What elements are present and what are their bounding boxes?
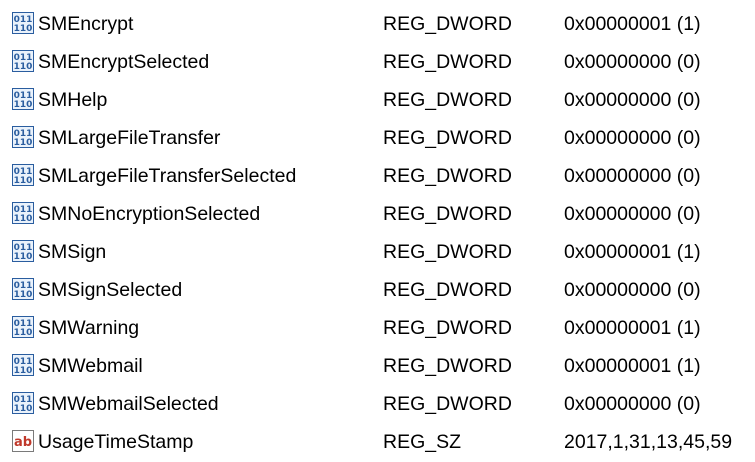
svg-text:110: 110: [14, 100, 33, 110]
registry-value-row[interactable]: ab UsageTimeStamp REG_SZ 2017,1,31,13,45…: [0, 418, 755, 456]
svg-text:110: 110: [14, 290, 33, 300]
registry-value-row[interactable]: 011 110 SMSignSelected REG_DWORD 0x000000…: [0, 266, 755, 304]
svg-text:110: 110: [14, 62, 33, 72]
registry-value-row[interactable]: 011 110 SMLargeFileTransfer REG_DWORD 0x0…: [0, 114, 755, 152]
binary-value-icon: 011 110: [12, 240, 34, 262]
value-type: REG_DWORD: [383, 355, 512, 377]
registry-value-row[interactable]: 011 110 SMHelp REG_DWORD 0x00000000 (0): [0, 76, 755, 114]
value-type: REG_DWORD: [383, 241, 512, 263]
registry-value-row[interactable]: 011 110 SMEncrypt REG_DWORD 0x00000001 (1…: [0, 0, 755, 38]
binary-value-icon: 011 110: [12, 126, 34, 148]
value-data: 0x00000000 (0): [564, 89, 701, 111]
registry-value-row[interactable]: 011 110 SMEncryptSelected REG_DWORD 0x000…: [0, 38, 755, 76]
value-data: 0x00000000 (0): [564, 51, 701, 73]
svg-text:110: 110: [14, 366, 33, 376]
value-data: 0x00000001 (1): [564, 241, 701, 263]
value-type: REG_DWORD: [383, 165, 512, 187]
value-name: SMEncryptSelected: [38, 51, 210, 73]
value-data: 0x00000001 (1): [564, 13, 701, 35]
value-type: REG_DWORD: [383, 203, 512, 225]
value-name: SMLargeFileTransfer: [38, 127, 221, 149]
registry-values-list: 011 110 SMEncrypt REG_DWORD 0x00000001 (1…: [0, 0, 755, 462]
value-name: SMSign: [38, 241, 107, 263]
value-data: 0x00000001 (1): [564, 317, 701, 339]
value-name: SMWebmailSelected: [38, 393, 219, 415]
svg-text:110: 110: [14, 24, 33, 34]
binary-value-icon: 011 110: [12, 50, 34, 72]
value-data: 0x00000000 (0): [564, 127, 701, 149]
binary-value-icon: 011 110: [12, 202, 34, 224]
binary-value-icon: 011 110: [12, 316, 34, 338]
value-type: REG_DWORD: [383, 317, 512, 339]
value-name: SMLargeFileTransferSelected: [38, 165, 297, 187]
binary-value-icon: 011 110: [12, 278, 34, 300]
value-name: SMWebmail: [38, 355, 143, 377]
svg-text:110: 110: [14, 214, 33, 224]
svg-text:110: 110: [14, 176, 33, 186]
value-name: SMWarning: [38, 317, 140, 339]
binary-value-icon: 011 110: [12, 164, 34, 186]
value-name: SMEncrypt: [38, 13, 134, 35]
svg-text:110: 110: [14, 138, 33, 148]
value-name: UsageTimeStamp: [38, 431, 194, 453]
value-data: 0x00000001 (1): [564, 355, 701, 377]
value-data: 0x00000000 (0): [564, 393, 701, 415]
value-type: REG_DWORD: [383, 393, 512, 415]
value-data: 0x00000000 (0): [564, 203, 701, 225]
svg-text:110: 110: [14, 328, 33, 338]
registry-value-row[interactable]: 011 110 SMLargeFileTransferSelected REG_D…: [0, 152, 755, 190]
value-type: REG_DWORD: [383, 13, 512, 35]
svg-text:110: 110: [14, 252, 33, 262]
registry-value-row[interactable]: 011 110 SMNoEncryptionSelected REG_DWORD …: [0, 190, 755, 228]
registry-value-row[interactable]: 011 110 SMSign REG_DWORD 0x00000001 (1): [0, 228, 755, 266]
binary-value-icon: 011 110: [12, 392, 34, 414]
value-type: REG_DWORD: [383, 127, 512, 149]
svg-text:110: 110: [14, 404, 33, 414]
value-name: SMNoEncryptionSelected: [38, 203, 261, 225]
binary-value-icon: 011 110: [12, 354, 34, 376]
value-data: 2017,1,31,13,45,59: [564, 431, 733, 453]
binary-value-icon: 011 110: [12, 88, 34, 110]
svg-text:ab: ab: [14, 435, 32, 450]
value-name: SMSignSelected: [38, 279, 183, 301]
value-type: REG_DWORD: [383, 89, 512, 111]
binary-value-icon: 011 110: [12, 12, 34, 34]
value-type: REG_SZ: [383, 431, 462, 453]
registry-value-row[interactable]: 011 110 SMWebmail REG_DWORD 0x00000001 (1…: [0, 342, 755, 380]
string-value-icon: ab: [12, 430, 34, 452]
value-type: REG_DWORD: [383, 51, 512, 73]
value-type: REG_DWORD: [383, 279, 512, 301]
value-name: SMHelp: [38, 89, 108, 111]
registry-value-row[interactable]: 011 110 SMWebmailSelected REG_DWORD 0x000…: [0, 380, 755, 418]
registry-value-row[interactable]: 011 110 SMWarning REG_DWORD 0x00000001 (1…: [0, 304, 755, 342]
value-data: 0x00000000 (0): [564, 279, 701, 301]
value-data: 0x00000000 (0): [564, 165, 701, 187]
